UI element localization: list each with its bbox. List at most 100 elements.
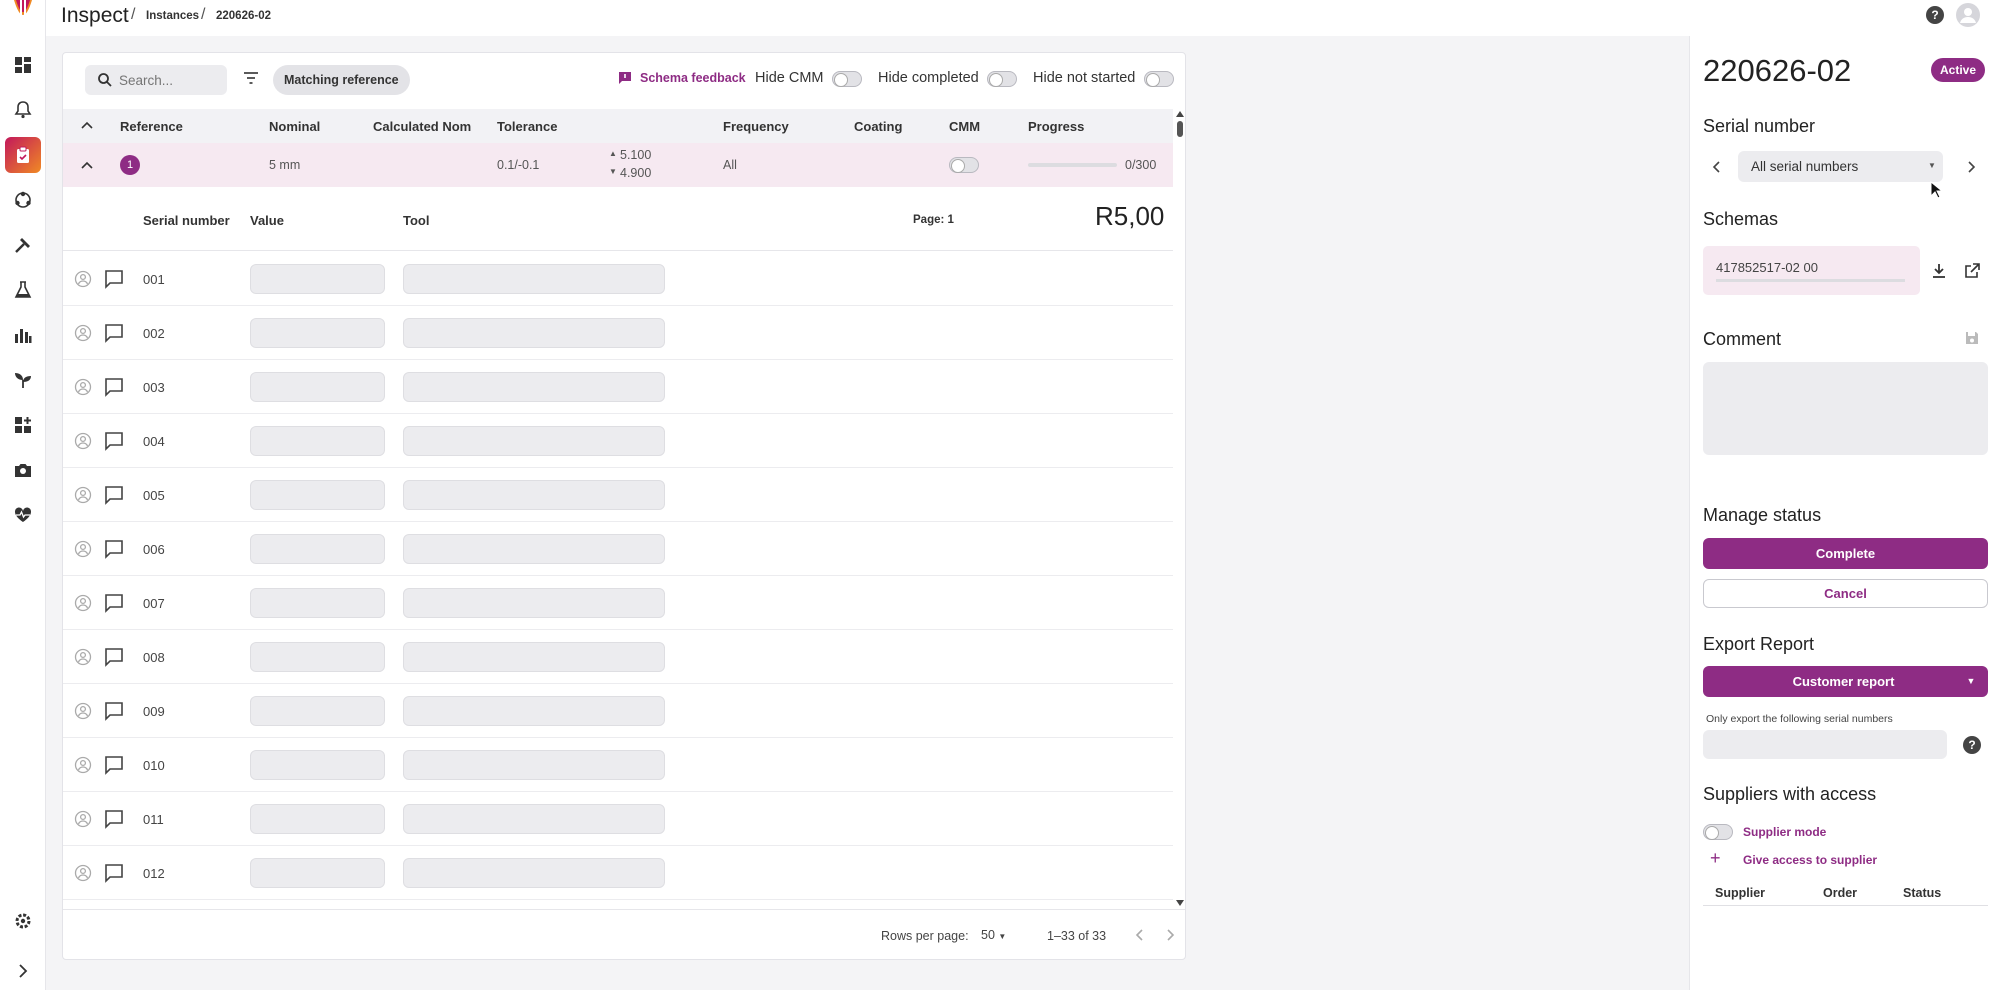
reference-row[interactable]: 1 5 mm 0.1/-0.1 ▲ 5.100 ▼ 4.900 All 0/30…: [63, 143, 1173, 187]
table-row[interactable]: 008: [63, 630, 1173, 684]
comment-icon[interactable]: [104, 863, 124, 883]
chevron-up-icon[interactable]: [81, 160, 93, 170]
tool-select[interactable]: [403, 264, 665, 294]
give-access-link[interactable]: Give access to supplier: [1743, 853, 1877, 867]
table-row[interactable]: 002: [63, 306, 1173, 360]
serial-number-select[interactable]: All serial numbers ▼: [1738, 151, 1943, 182]
user-icon[interactable]: [74, 540, 92, 558]
comment-icon[interactable]: [104, 377, 124, 397]
value-input[interactable]: [250, 480, 385, 510]
value-input[interactable]: [250, 804, 385, 834]
previous-serial-icon[interactable]: [1712, 161, 1722, 173]
tool-select[interactable]: [403, 588, 665, 618]
customer-report-button[interactable]: Customer report: [1703, 666, 1954, 697]
schema-feedback-link[interactable]: Schema feedback: [640, 71, 746, 85]
matching-reference-chip[interactable]: Matching reference: [273, 65, 410, 95]
tool-select[interactable]: [403, 480, 665, 510]
column-header-tolerance[interactable]: Tolerance: [497, 119, 557, 134]
hide-cmm-toggle[interactable]: [832, 71, 862, 87]
user-icon[interactable]: [74, 648, 92, 666]
supplier-mode-label[interactable]: Supplier mode: [1743, 825, 1826, 839]
tool-select[interactable]: [403, 318, 665, 348]
table-row[interactable]: 004: [63, 414, 1173, 468]
nav-dashboard[interactable]: [5, 47, 41, 83]
cancel-button[interactable]: Cancel: [1703, 579, 1988, 608]
value-input[interactable]: [250, 858, 385, 888]
supplier-mode-toggle[interactable]: [1703, 824, 1733, 840]
breadcrumb-instances[interactable]: Instances: [146, 10, 199, 22]
cmm-toggle[interactable]: [949, 157, 979, 173]
hide-completed-toggle[interactable]: [987, 71, 1017, 87]
user-icon[interactable]: [74, 324, 92, 342]
next-page-icon[interactable]: [1165, 929, 1175, 941]
comment-icon[interactable]: [104, 539, 124, 559]
nav-statistics[interactable]: [5, 317, 41, 353]
value-input[interactable]: [250, 426, 385, 456]
help-icon[interactable]: ?: [1963, 736, 1981, 754]
nav-tools[interactable]: [5, 227, 41, 263]
nav-lab[interactable]: [5, 272, 41, 308]
table-row[interactable]: 006: [63, 522, 1173, 576]
table-row[interactable]: 011: [63, 792, 1173, 846]
tool-select[interactable]: [403, 642, 665, 672]
comment-icon[interactable]: [104, 269, 124, 289]
tool-select[interactable]: [403, 858, 665, 888]
rows-per-page-select[interactable]: 50 ▼: [981, 928, 1006, 942]
user-icon[interactable]: [74, 432, 92, 450]
value-input[interactable]: [250, 696, 385, 726]
comment-icon[interactable]: [104, 323, 124, 343]
user-icon[interactable]: [74, 756, 92, 774]
user-icon[interactable]: [74, 702, 92, 720]
complete-button[interactable]: Complete: [1703, 538, 1988, 569]
column-header-cmm[interactable]: CMM: [949, 119, 980, 134]
user-icon[interactable]: [74, 270, 92, 288]
user-icon[interactable]: [74, 594, 92, 612]
app-logo[interactable]: [6, 0, 40, 30]
tool-select[interactable]: [403, 372, 665, 402]
previous-page-icon[interactable]: [1135, 929, 1145, 941]
column-header-progress[interactable]: Progress: [1028, 119, 1084, 134]
scroll-down-icon[interactable]: [1176, 900, 1184, 906]
export-options-chevron-icon[interactable]: ▼: [1954, 666, 1988, 697]
collapse-all-icon[interactable]: [81, 120, 93, 130]
table-row[interactable]: 007: [63, 576, 1173, 630]
column-header-coating[interactable]: Coating: [854, 119, 902, 134]
comment-icon[interactable]: [104, 485, 124, 505]
user-icon[interactable]: [74, 810, 92, 828]
nav-notifications[interactable]: [5, 92, 41, 128]
comment-icon[interactable]: [104, 647, 124, 667]
nav-camera[interactable]: [5, 452, 41, 488]
tool-select[interactable]: [403, 804, 665, 834]
table-row[interactable]: 010: [63, 738, 1173, 792]
avatar[interactable]: [1956, 3, 1980, 27]
scroll-thumb[interactable]: [1177, 121, 1183, 137]
comment-icon[interactable]: [104, 701, 124, 721]
user-icon[interactable]: [74, 486, 92, 504]
comment-textarea[interactable]: [1703, 362, 1988, 455]
comment-icon[interactable]: [104, 431, 124, 451]
table-row[interactable]: 012: [63, 846, 1173, 900]
value-input[interactable]: [250, 318, 385, 348]
nav-sustainability[interactable]: [5, 362, 41, 398]
nav-health[interactable]: [5, 497, 41, 533]
user-icon[interactable]: [74, 378, 92, 396]
value-input[interactable]: [250, 588, 385, 618]
column-header-frequency[interactable]: Frequency: [723, 119, 789, 134]
value-input[interactable]: [250, 642, 385, 672]
scrollbar[interactable]: [1173, 109, 1185, 909]
column-header-nominal[interactable]: Nominal: [269, 119, 320, 134]
comment-icon[interactable]: [104, 593, 124, 613]
table-row[interactable]: 009: [63, 684, 1173, 738]
search-field[interactable]: [85, 65, 227, 95]
comment-icon[interactable]: [104, 809, 124, 829]
nav-network[interactable]: [5, 182, 41, 218]
column-header-reference[interactable]: Reference: [120, 119, 183, 134]
nav-settings[interactable]: [5, 903, 41, 939]
help-icon[interactable]: ?: [1926, 6, 1944, 24]
scroll-up-icon[interactable]: [1176, 111, 1184, 117]
search-input[interactable]: [119, 70, 219, 90]
column-header-calculated-nom[interactable]: Calculated Nom: [373, 119, 471, 134]
next-serial-icon[interactable]: [1966, 161, 1976, 173]
value-input[interactable]: [250, 534, 385, 564]
nav-widgets[interactable]: [5, 407, 41, 443]
